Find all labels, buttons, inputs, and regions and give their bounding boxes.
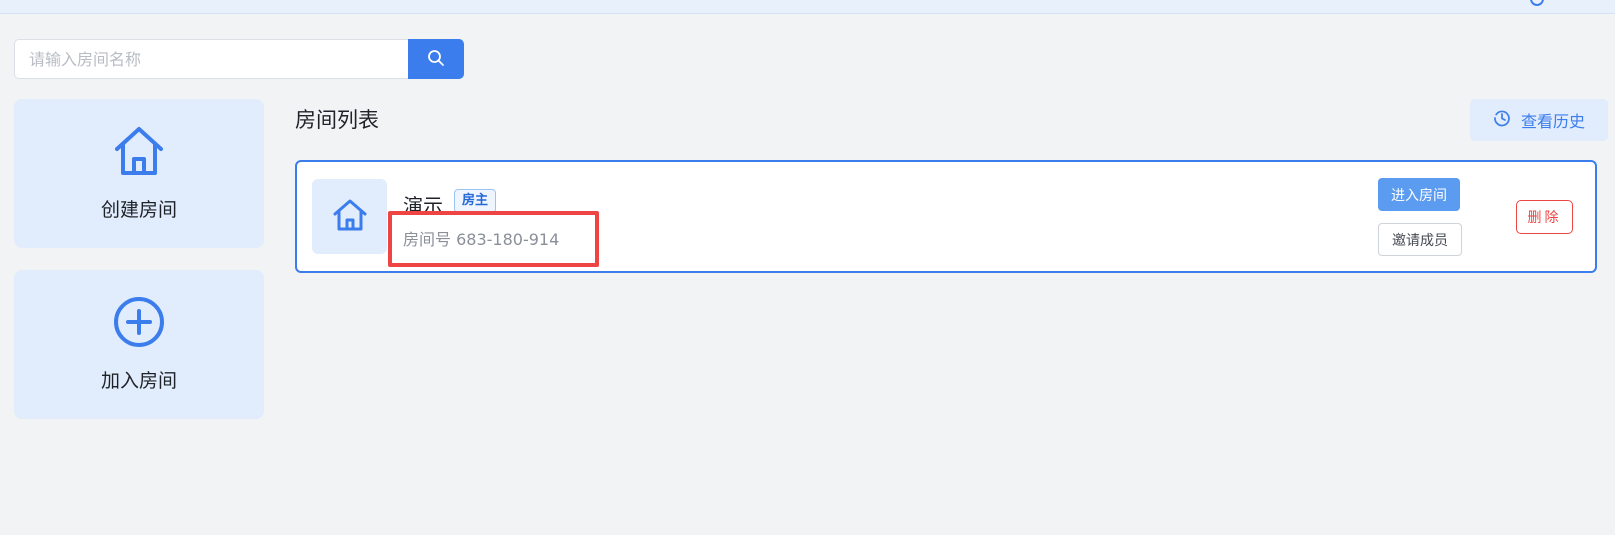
room-number: 房间号 683-180-914 bbox=[403, 230, 560, 249]
delete-room-button[interactable]: 删除 bbox=[1516, 200, 1573, 234]
view-history-label: 查看历史 bbox=[1520, 112, 1585, 131]
clock-icon bbox=[1493, 109, 1511, 131]
top-bar bbox=[0, 0, 1615, 14]
search-bar bbox=[14, 39, 464, 79]
search-icon bbox=[427, 49, 445, 70]
plus-circle-icon bbox=[113, 296, 165, 352]
create-room-card[interactable]: 创建房间 bbox=[14, 99, 264, 248]
join-room-label: 加入房间 bbox=[100, 370, 177, 392]
invite-members-button[interactable]: 邀请成员 bbox=[1378, 223, 1462, 256]
enter-room-button[interactable]: 进入房间 bbox=[1378, 178, 1460, 211]
room-card[interactable]: 演示 房主 房间号 683-180-914 进入房间 邀请成员 删除 bbox=[295, 160, 1597, 273]
user-icon[interactable] bbox=[1530, 0, 1544, 6]
search-input[interactable] bbox=[14, 39, 408, 79]
create-room-label: 创建房间 bbox=[100, 199, 177, 221]
home-icon bbox=[332, 198, 368, 236]
page-title: 房间列表 bbox=[295, 108, 379, 132]
owner-badge: 房主 bbox=[454, 189, 497, 213]
join-room-card[interactable]: 加入房间 bbox=[14, 270, 264, 419]
view-history-button[interactable]: 查看历史 bbox=[1470, 99, 1608, 141]
search-button[interactable] bbox=[408, 39, 464, 79]
room-name: 演示 bbox=[403, 194, 443, 218]
home-icon bbox=[112, 125, 166, 181]
room-avatar bbox=[312, 179, 387, 254]
